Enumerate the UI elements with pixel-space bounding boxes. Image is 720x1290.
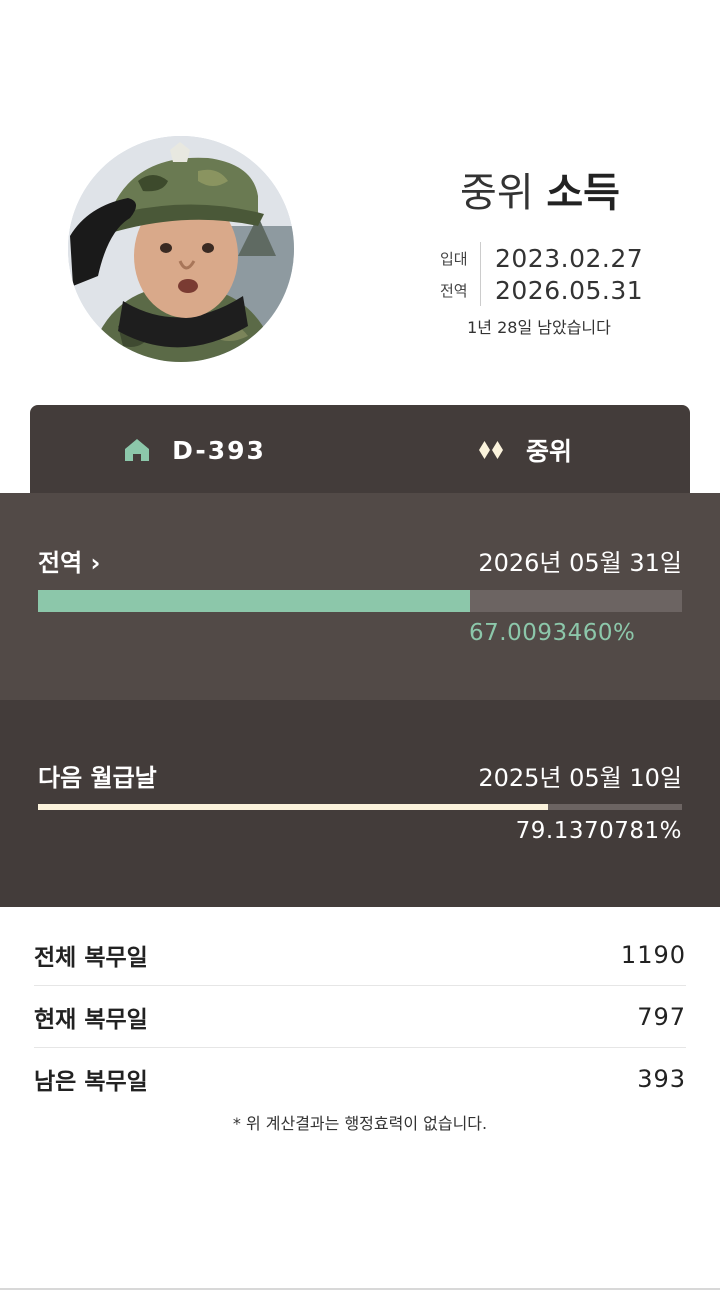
payday-progress-panel: 다음 월급날 2025년 05월 10일 79.1370781% <box>0 700 720 907</box>
disclaimer: * 위 계산결과는 행정효력이 없습니다. <box>232 1114 488 1133</box>
payday-progress-track <box>38 804 682 810</box>
discharge-full-date: 2026년 05월 31일 <box>478 549 682 577</box>
name-text: 소득 <box>546 170 620 216</box>
soldier-name: 중위 소득 <box>400 160 680 218</box>
profile-section: 중위 소득 입대 2023.02.27 전역 2026.05.31 1년 28일… <box>0 0 720 405</box>
discharge-row: 전역 2026.05.31 <box>440 274 643 306</box>
stat-value: 1190 <box>620 940 686 969</box>
payday-progress-fill <box>38 804 548 810</box>
payday-title: 다음 월급날 <box>38 764 157 792</box>
chevron-right-icon: › <box>90 549 101 577</box>
stat-value: 393 <box>637 1065 686 1093</box>
discharge-progress-fill <box>38 590 470 612</box>
soldier-photo <box>68 136 294 362</box>
divider <box>480 274 481 306</box>
stat-value: 797 <box>637 1002 686 1031</box>
dday-label: D-393 <box>172 435 266 465</box>
rank-text: 중위 <box>460 170 534 216</box>
stat-remaining-days: 남은 복무일 393 <box>34 1048 686 1110</box>
remaining-time: 1년 28일 남았습니다 <box>467 318 611 337</box>
enlist-row: 입대 2023.02.27 <box>440 242 643 274</box>
discharge-link[interactable]: 전역 › <box>38 543 100 578</box>
stat-total-days: 전체 복무일 1190 <box>34 924 686 986</box>
stat-label: 현재 복무일 <box>34 1006 148 1033</box>
discharge-label: 전역 <box>440 281 468 300</box>
rank-label: 중위 <box>525 437 572 466</box>
enlist-date: 2023.02.27 <box>495 243 644 273</box>
payday-percent: 79.1370781% <box>515 818 682 844</box>
tab-header: D-393 중위 <box>30 405 690 495</box>
rank-diamonds-icon <box>478 441 503 459</box>
stat-label: 전체 복무일 <box>34 944 148 971</box>
payday-date: 2025년 05월 10일 <box>478 764 682 792</box>
discharge-title: 전역 <box>38 549 83 577</box>
discharge-progress-track <box>38 590 682 612</box>
discharge-percent: 67.0093460% <box>469 620 636 646</box>
discharge-date: 2026.05.31 <box>495 275 644 305</box>
tab-rank[interactable]: 중위 <box>360 405 690 495</box>
avatar <box>68 136 294 362</box>
discharge-progress-panel: 전역 › 2026년 05월 31일 67.0093460% <box>0 493 720 700</box>
service-dates: 입대 2023.02.27 전역 2026.05.31 <box>440 242 643 306</box>
divider <box>480 242 481 274</box>
enlist-label: 입대 <box>440 249 468 268</box>
service-days-list: 전체 복무일 1190 현재 복무일 797 남은 복무일 393 <box>34 924 686 1110</box>
stat-label: 남은 복무일 <box>34 1069 148 1095</box>
home-icon <box>125 439 150 461</box>
tab-dday[interactable]: D-393 <box>30 405 360 495</box>
stat-current-days: 현재 복무일 797 <box>34 986 686 1048</box>
